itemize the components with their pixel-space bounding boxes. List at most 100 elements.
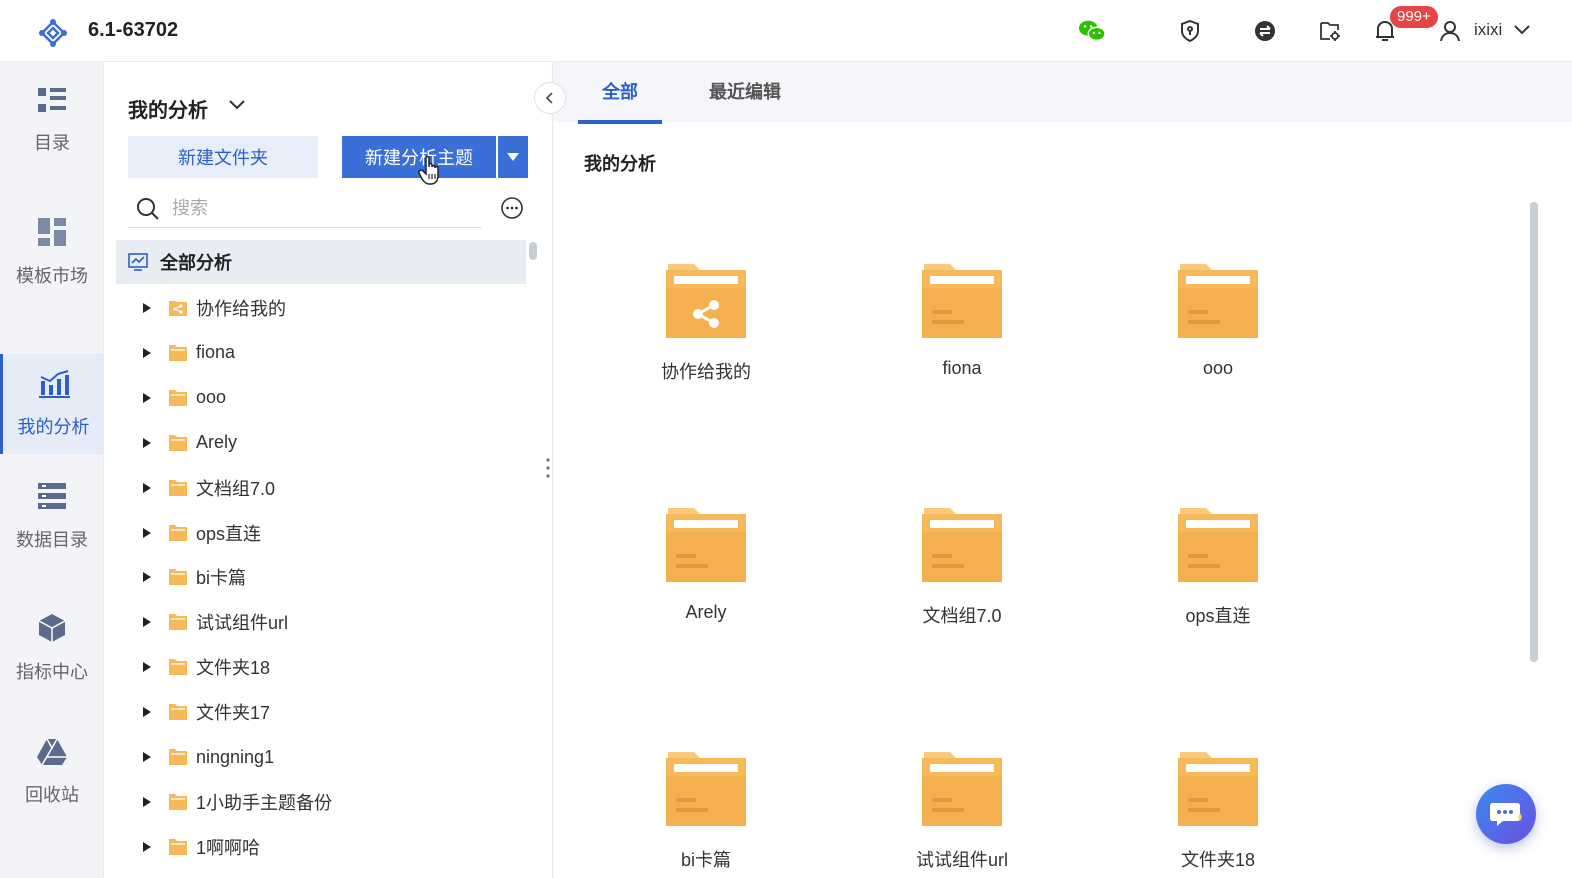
nav-item-my-analysis[interactable]: 我的分析 [0, 354, 104, 454]
folder-icon [666, 508, 746, 582]
folder-icon [1178, 264, 1258, 338]
tree-item-label: 1啊啊哈 [196, 837, 261, 858]
tree-item-label: 文件夹17 [196, 703, 271, 724]
hand-cursor-icon [418, 155, 439, 185]
tree-item-label: Arely [196, 432, 238, 453]
tree-item[interactable]: 试试组件url [142, 602, 288, 642]
nav-item-catalog[interactable]: 目录 [0, 70, 104, 170]
file-settings-icon[interactable] [1316, 17, 1344, 45]
tree-item[interactable]: ningning1 [142, 737, 274, 777]
expand-arrow-icon[interactable] [142, 661, 152, 673]
expand-arrow-icon[interactable] [142, 302, 152, 314]
new-folder-button[interactable]: 新建文件夹 [128, 136, 318, 178]
app-logo-icon [39, 19, 67, 47]
notification-badge: 999+ [1390, 6, 1438, 28]
nav-label: 数据目录 [16, 530, 88, 550]
tree-scrollbar[interactable] [529, 242, 537, 260]
nav-item-metric-center[interactable]: 指标中心 [0, 598, 104, 698]
tab-recent-edit[interactable]: 最近编辑 [709, 78, 781, 104]
nav-item-template-market[interactable]: 模板市场 [0, 202, 104, 302]
folder-card[interactable]: 协作给我的 [616, 262, 796, 384]
expand-arrow-icon[interactable] [142, 616, 152, 628]
tree-item[interactable]: 文件夹17 [142, 692, 270, 732]
tree-item[interactable]: fiona [142, 333, 235, 373]
catalog-icon [38, 88, 66, 112]
active-tab-indicator [578, 120, 662, 124]
folder-card[interactable]: ops直连 [1128, 506, 1308, 628]
app-version: 6.1-63702 [88, 19, 179, 41]
tree-item[interactable]: 1啊啊哈 [142, 827, 260, 867]
section-title: 我的分析 [584, 154, 656, 174]
expand-arrow-icon[interactable] [142, 841, 152, 853]
tab-all[interactable]: 全部 [602, 78, 638, 104]
tree-item[interactable]: 协作给我的 [142, 288, 286, 328]
template-market-icon [38, 218, 66, 246]
tree-item[interactable]: 1小助手主题备份 [142, 782, 332, 822]
folder-card[interactable]: 文档组7.0 [872, 506, 1052, 628]
shield-icon[interactable] [1176, 17, 1204, 45]
title-chevron-down-icon[interactable] [228, 96, 246, 114]
tree-item[interactable]: 文件夹18 [142, 647, 270, 687]
wechat-icon[interactable] [1078, 17, 1106, 45]
metric-center-icon [38, 614, 66, 642]
tree-item-label: fiona [196, 342, 236, 363]
tree-item[interactable]: Arely [142, 423, 237, 463]
expand-arrow-icon[interactable] [142, 706, 152, 718]
shared-folder-icon [666, 264, 746, 338]
search-input[interactable] [172, 198, 472, 219]
tree-item-label: 协作给我的 [196, 299, 286, 319]
shared-folder-icon [169, 301, 187, 316]
content-scrollbar[interactable] [1530, 202, 1538, 662]
expand-arrow-icon[interactable] [142, 347, 152, 359]
folder-card[interactable]: Arely [616, 506, 796, 623]
tree-root-all-analysis[interactable]: 全部分析 [116, 240, 526, 284]
folder-card-label: bi卡篇 [680, 850, 731, 870]
folder-card-label: 协作给我的 [661, 362, 751, 382]
chat-bubble-icon [1490, 803, 1522, 826]
folder-icon [169, 524, 187, 541]
tree-item-label: 1小助手主题备份 [196, 792, 333, 813]
expand-arrow-icon[interactable] [142, 796, 152, 808]
folder-card[interactable]: fiona [872, 262, 1052, 379]
folder-icon [169, 749, 187, 765]
tree-item[interactable]: 文档组7.0 [142, 468, 275, 508]
search-icon [137, 197, 159, 220]
nav-item-data-catalog[interactable]: 数据目录 [0, 466, 104, 566]
user-menu-chevron-down-icon[interactable] [1512, 20, 1532, 40]
tree-item-label: 试试组件url [196, 613, 289, 634]
folder-card-label: ooo [1202, 358, 1234, 378]
folder-card-label: ops直连 [1185, 606, 1251, 626]
collapse-panel-button[interactable] [534, 82, 566, 114]
folder-card[interactable]: ooo [1128, 262, 1308, 379]
user-avatar-icon[interactable] [1436, 17, 1464, 45]
tree-panel-title[interactable]: 我的分析 [128, 94, 208, 123]
folder-icon [169, 659, 187, 676]
expand-arrow-icon[interactable] [142, 392, 152, 404]
folder-icon [922, 752, 1002, 826]
more-options-icon[interactable] [500, 196, 524, 220]
expand-arrow-icon[interactable] [142, 571, 152, 583]
nav-label: 指标中心 [16, 662, 88, 682]
username[interactable]: ixixi [1474, 20, 1502, 40]
chat-assistant-button[interactable] [1476, 784, 1536, 844]
folder-icon [1178, 508, 1258, 582]
folder-card[interactable]: 试试组件url [872, 750, 1052, 872]
folder-card-label: fiona [942, 358, 982, 378]
switch-icon[interactable] [1251, 17, 1279, 45]
folder-card[interactable]: 文件夹18 [1128, 750, 1308, 872]
nav-label: 模板市场 [16, 266, 88, 286]
nav-item-recycle-bin[interactable]: 回收站 [0, 722, 104, 822]
expand-arrow-icon[interactable] [142, 527, 152, 539]
data-catalog-icon [38, 483, 66, 509]
tree-item[interactable]: bi卡篇 [142, 557, 246, 597]
expand-arrow-icon[interactable] [142, 437, 152, 449]
new-topic-dropdown-button[interactable] [498, 136, 528, 178]
expand-arrow-icon[interactable] [142, 482, 152, 494]
folder-icon [666, 752, 746, 826]
tree-item[interactable]: ops直连 [142, 513, 261, 553]
expand-arrow-icon[interactable] [142, 751, 152, 763]
tree-item-label: 文件夹18 [196, 658, 271, 679]
tree-item[interactable]: ooo [142, 378, 226, 418]
folder-card[interactable]: bi卡篇 [616, 750, 796, 872]
tree-item-label: ops直连 [196, 523, 262, 544]
